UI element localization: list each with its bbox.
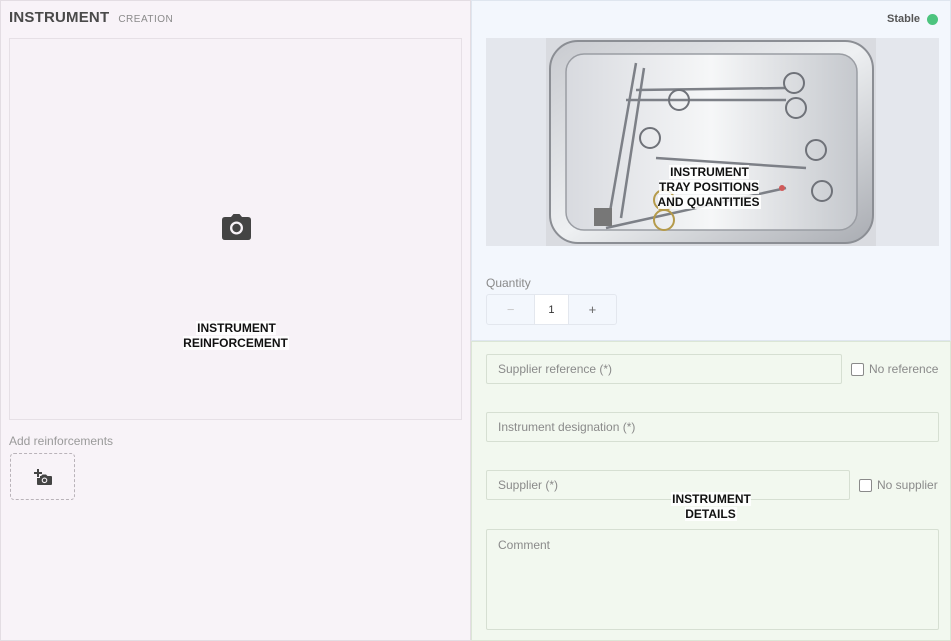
quantity-label: Quantity (486, 276, 531, 290)
no-supplier-checkbox-row[interactable]: No supplier (859, 478, 938, 492)
status-indicator: Stable (887, 13, 938, 25)
comment-field-wrapper (486, 529, 939, 630)
add-reinforcements-label: Add reinforcements (9, 434, 114, 448)
details-overlay-label: INSTRUMENT DETAILS (671, 492, 751, 521)
quantity-stepper: − 1 + (486, 294, 617, 325)
add-photo-icon (33, 468, 52, 485)
tray-illustration (486, 38, 939, 246)
page-title-main: INSTRUMENT (9, 9, 110, 26)
no-reference-label: No reference (869, 362, 939, 376)
comment-textarea[interactable] (498, 538, 927, 624)
page-title: INSTRUMENT CREATION (9, 9, 173, 26)
camera-icon[interactable] (221, 212, 252, 242)
quantity-value[interactable]: 1 (534, 295, 569, 324)
reinforcement-overlay-label: INSTRUMENT REINFORCEMENT (183, 321, 289, 350)
quantity-increment-button[interactable]: + (569, 295, 616, 324)
tray-overlay-label: INSTRUMENT TRAY POSITIONS AND QUANTITIES (657, 165, 761, 209)
no-reference-checkbox-row[interactable]: No reference (851, 362, 938, 376)
tray-image[interactable]: INSTRUMENT TRAY POSITIONS AND QUANTITIES (486, 38, 939, 246)
supplier-reference-input[interactable] (498, 362, 830, 376)
page-title-sub: CREATION (118, 14, 174, 25)
supplier-reference-field-wrapper (486, 354, 842, 384)
status-dot (927, 13, 938, 25)
status-text: Stable (886, 13, 920, 25)
details-panel: No reference No supplier INSTRUMENT DETA… (471, 341, 951, 641)
add-reinforcement-button[interactable] (10, 453, 75, 500)
tray-panel: Stable INSTRUMENT TRAY POSITIONS AND QUA… (471, 0, 951, 341)
reinforcement-panel: INSTRUMENT CREATION INSTRUMENT REINFORCE… (0, 0, 471, 641)
no-reference-checkbox[interactable] (851, 362, 864, 376)
quantity-decrement-button[interactable]: − (487, 295, 534, 324)
no-supplier-label: No supplier (877, 478, 938, 492)
designation-input[interactable] (498, 420, 927, 434)
no-supplier-checkbox[interactable] (859, 478, 872, 492)
reinforcement-photo-area[interactable]: INSTRUMENT REINFORCEMENT (9, 38, 462, 420)
designation-field-wrapper (486, 412, 939, 442)
